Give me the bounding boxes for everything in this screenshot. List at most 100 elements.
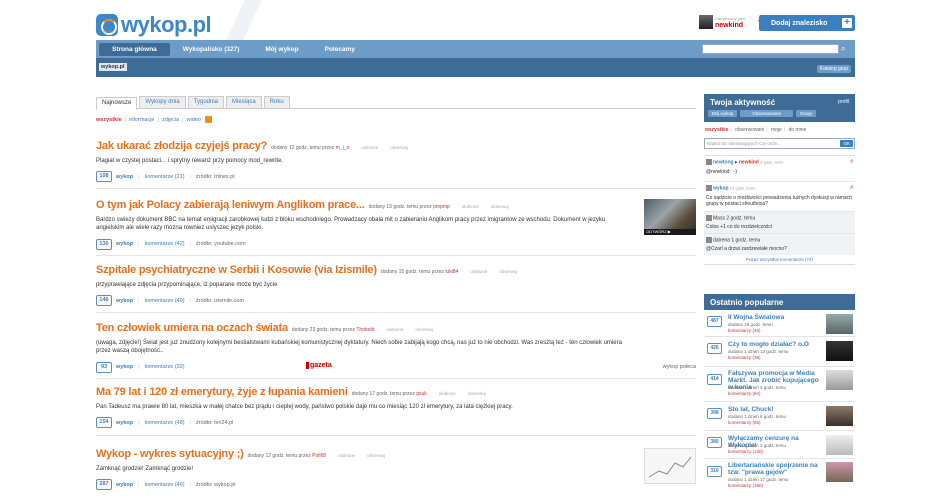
comments-link[interactable]: komentarze (49) — [145, 298, 185, 304]
popular-comments[interactable]: komentarzy (39) — [728, 355, 761, 361]
video-thumbnail[interactable]: ODTWÓRZ ▶ — [644, 199, 696, 235]
activity-filter-all[interactable]: wszystkie — [705, 127, 728, 133]
entry-author[interactable]: pmpmp — [433, 204, 450, 210]
entry-description: Plagiat w czystej postaci... i sprytny r… — [96, 158, 284, 164]
thumbnail[interactable] — [826, 341, 853, 361]
observe-link[interactable]: obserwuj — [468, 391, 486, 396]
observe-link[interactable]: obserwuj — [367, 453, 385, 458]
entry-author[interactable]: m_i_n — [336, 145, 350, 151]
comments-link[interactable]: komentarze (42) — [145, 241, 185, 247]
filter-all[interactable]: wszystkie — [96, 117, 122, 123]
vote-count: 414 — [707, 374, 722, 385]
search-icon[interactable]: ⌕ — [841, 44, 851, 54]
entry-author[interactable]: luki84 — [445, 269, 458, 275]
add-link-button[interactable]: Dodaj znalezisko + — [759, 15, 855, 31]
reply-user[interactable]: Mass — [713, 215, 725, 221]
thumbnail[interactable] — [826, 435, 853, 455]
wykop-button[interactable]: wykop — [116, 364, 133, 370]
activity-filter-observed[interactable]: obserwowani — [735, 127, 764, 133]
comments-link[interactable]: komentarze (48) — [145, 420, 185, 426]
favorite-link[interactable]: ulubione — [361, 145, 378, 150]
status-input[interactable]: Napisz do obserwujących Cię osób... OK — [704, 138, 855, 149]
activity-item: newtong ▸ newkind 9 godz. temu # @newkin… — [704, 155, 855, 178]
entry-author[interactable]: gsuk — [416, 391, 427, 397]
chart-thumbnail[interactable] — [644, 448, 696, 484]
nav-my-wykop[interactable]: Mój wykop — [252, 43, 311, 56]
search-input[interactable]: ⌕ — [702, 44, 845, 54]
comments-link[interactable]: komentarze (32) — [145, 364, 185, 370]
profile-link[interactable]: profil — [838, 99, 849, 105]
thumbnail[interactable] — [826, 314, 853, 334]
thumbnail[interactable] — [826, 370, 853, 390]
tab-year[interactable]: Roku — [263, 96, 290, 108]
popular-comments[interactable]: komentarzy (190) — [728, 483, 763, 489]
my-wykop-button[interactable]: Mój wykop — [708, 110, 738, 117]
tab-month[interactable]: Miesiąca — [226, 96, 262, 108]
entry-author[interactable]: Poll68 — [312, 453, 326, 459]
filter-news[interactable]: informacje — [129, 117, 154, 123]
activity-filter-to-me[interactable]: do mnie — [789, 127, 807, 133]
tab-day[interactable]: Wykopy dnia — [139, 96, 186, 108]
thumbnail[interactable] — [826, 462, 853, 482]
observed-button[interactable]: Obserwowane — [740, 110, 794, 117]
entry-title[interactable]: O tym jak Polacy zabierają leniwym Angli… — [96, 199, 365, 211]
entry-title[interactable]: Ma 79 lat i 120 zł emerytury, żyje z łup… — [96, 386, 348, 398]
observe-link[interactable]: obserwuj — [390, 145, 408, 150]
popular-title-link[interactable]: Sto lat, Chuck! — [728, 406, 824, 413]
popular-comments[interactable]: komentarzy (85) — [728, 420, 761, 426]
comments-link[interactable]: komentarze (21) — [145, 174, 185, 180]
breadcrumb[interactable]: wykop.pl — [99, 63, 127, 71]
user-menu[interactable]: Zalogowany jako newkind ▼ — [699, 15, 762, 29]
activity-filter-mine[interactable]: moje — [771, 127, 782, 133]
vote-count: 93 — [96, 361, 112, 373]
activity-user[interactable]: wykop — [713, 186, 729, 192]
delete-icon[interactable]: # — [850, 159, 853, 165]
popular-title-link[interactable]: Czy to mogło działać? o.O — [728, 341, 824, 348]
tab-week[interactable]: Tygodnia — [187, 96, 225, 108]
rss-icon[interactable] — [204, 116, 212, 123]
favorite-link[interactable]: ulubione — [462, 204, 479, 209]
popular-header: Ostatnio popularne — [704, 294, 855, 310]
entry-author[interactable]: Thobold — [356, 327, 374, 333]
user-name[interactable]: newkind — [715, 22, 743, 29]
popular-comments[interactable]: komentarzy (48) — [728, 328, 761, 334]
divider — [704, 336, 855, 337]
activity-user[interactable]: newtong — [713, 159, 734, 165]
popular-title-link[interactable]: II Wojna Światowa — [728, 314, 824, 321]
nav-wykopalisko[interactable]: Wykopalisko (327) — [170, 43, 253, 56]
entry-title[interactable]: Szpitale psychiatryczne w Serbii i Kosow… — [96, 264, 377, 276]
wykop-button[interactable]: wykop — [116, 420, 133, 426]
popular-comments[interactable]: komentarzy (130) — [728, 449, 763, 455]
thumbnail[interactable] — [826, 406, 853, 426]
popular-comments[interactable]: komentarzy (94) — [728, 391, 761, 397]
nav-home[interactable]: Strona główna — [99, 42, 170, 56]
comments-link[interactable]: komentarze (46) — [145, 482, 185, 488]
show-all-comments-link[interactable]: Pokaż wszystkie komentarze (74) — [704, 255, 855, 266]
entry-title[interactable]: Wykop - wykres sytuacyjny ;) — [96, 448, 244, 460]
nav-polecamy[interactable]: Polecamy — [312, 43, 368, 56]
popular-title-link[interactable]: Libertariańskie spojrzenie na tzw. "praw… — [728, 462, 824, 476]
wykop-button[interactable]: wykop — [116, 241, 133, 247]
entry-title[interactable]: Ten człowiek umiera na oczach świata — [96, 322, 288, 334]
groups-button[interactable]: Grupy — [796, 110, 817, 117]
favorite-link[interactable]: ulubione — [338, 453, 355, 458]
filter-video[interactable]: wideo — [187, 117, 201, 123]
favorite-link[interactable]: ulubione — [386, 327, 403, 332]
activity-target-user[interactable]: newkind — [739, 159, 759, 165]
favorite-link[interactable]: ulubione — [439, 391, 456, 396]
filter-photos[interactable]: zdjęcia — [162, 117, 179, 123]
wykop-button[interactable]: wykop — [116, 298, 133, 304]
wykop-button[interactable]: wykop — [116, 174, 133, 180]
observe-link[interactable]: obserwuj — [415, 327, 433, 332]
tab-newest[interactable]: Najnowsze — [96, 97, 138, 110]
favorite-link[interactable]: ulubione — [470, 269, 487, 274]
logo[interactable]: wykop.pl — [96, 12, 212, 38]
ok-button[interactable]: OK — [840, 140, 853, 147]
delete-icon[interactable]: # — [850, 185, 853, 191]
reply-user[interactable]: datrena — [713, 237, 730, 243]
group-catalog-button[interactable]: Katalog grup — [816, 65, 851, 73]
observe-link[interactable]: obserwuj — [491, 204, 509, 209]
wykop-button[interactable]: wykop — [116, 482, 133, 488]
entry-title[interactable]: Jak ukarać złodzija czyjejś pracy? — [96, 140, 267, 152]
observe-link[interactable]: obserwuj — [499, 269, 517, 274]
